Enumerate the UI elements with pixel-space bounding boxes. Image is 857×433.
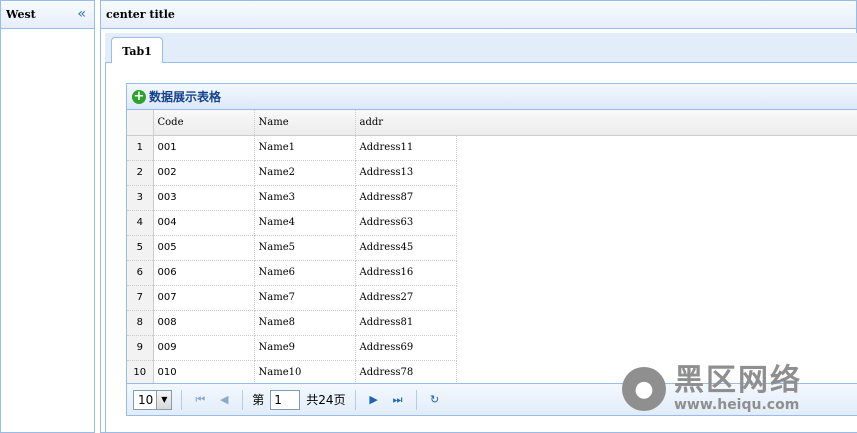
pager-separator [242,389,244,410]
collapse-left-icon[interactable]: « [78,7,86,21]
first-page-icon[interactable]: ⏮ [191,391,209,409]
code-cell: 008 [153,310,255,336]
column-header-addr[interactable]: addr [355,110,457,136]
code-cell: 010 [153,360,255,386]
addr-cell: Address81 [355,310,457,336]
tabs-bar: Tab1 [105,33,857,64]
addr-cell: Address78 [355,360,457,386]
code-cell: 009 [153,335,255,361]
addr-cell: Address16 [355,260,457,286]
row-number-cell: 10 [127,360,154,386]
name-cell: Name3 [254,185,356,211]
watermark-main-text: 黑区网络 [674,363,802,398]
code-cell: 004 [153,210,255,236]
row-number-cell: 8 [127,310,154,336]
table-row[interactable]: 8 008 Name8 Address81 [127,310,457,336]
name-cell: Name10 [254,360,356,386]
addr-cell: Address63 [355,210,457,236]
west-panel: West « [0,0,95,433]
center-panel-title: center title [106,8,175,21]
row-number-cell: 6 [127,260,154,286]
name-cell: Name2 [254,160,356,186]
row-number-cell: 5 [127,235,154,261]
row-number-cell: 3 [127,185,154,211]
name-cell: Name7 [254,285,356,311]
rownumber-header [127,110,154,136]
prev-page-icon[interactable]: ◀ [215,391,233,409]
table-row[interactable]: 3 003 Name3 Address87 [127,185,457,211]
addr-cell: Address11 [355,135,457,161]
name-cell: Name1 [254,135,356,161]
name-cell: Name5 [254,235,356,261]
datagrid-title: 数据展示表格 [149,90,222,104]
west-panel-title: West [6,8,36,21]
name-cell: Name8 [254,310,356,336]
code-cell: 001 [153,135,255,161]
page-size-value: 10 [138,392,154,407]
table-row[interactable]: 10 010 Name10 Address78 [127,360,457,386]
west-panel-header: West « [1,1,94,29]
add-icon: + [132,88,146,104]
addr-cell: Address45 [355,235,457,261]
tab-tab1[interactable]: Tab1 [111,37,163,64]
watermark-url: www.heiqu.com [674,397,800,413]
pager-separator [354,389,356,410]
column-header-code[interactable]: Code [153,110,255,136]
row-number-cell: 2 [127,160,154,186]
datagrid-column-header-row: Code Name addr [127,110,457,136]
mushroom-logo-icon: ● [622,367,666,411]
table-row[interactable]: 4 004 Name4 Address63 [127,210,457,236]
site-watermark: ● 黑区网络 www.heiqu.com [622,365,802,413]
row-number-cell: 9 [127,335,154,361]
table-row[interactable]: 6 006 Name6 Address16 [127,260,457,286]
code-cell: 005 [153,235,255,261]
code-cell: 003 [153,185,255,211]
last-page-icon[interactable]: ⏭ [389,391,407,409]
table-row[interactable]: 1 001 Name1 Address11 [127,135,457,161]
name-cell: Name9 [254,335,356,361]
table-row[interactable]: 7 007 Name7 Address27 [127,285,457,311]
addr-cell: Address13 [355,160,457,186]
datagrid-header: + 数据展示表格 [127,84,857,110]
row-number-cell: 7 [127,285,154,311]
addr-cell: Address87 [355,185,457,211]
page-prefix-label: 第 [252,393,265,407]
addr-cell: Address27 [355,285,457,311]
page-size-select[interactable]: 10 ▼ [133,389,173,410]
table-row[interactable]: 2 002 Name2 Address13 [127,160,457,186]
pager-separator [181,389,183,410]
datagrid-header-filler [456,110,857,136]
code-cell: 007 [153,285,255,311]
name-cell: Name4 [254,210,356,236]
datagrid-table: Code Name addr 1 001 Name1 Address11 2 002 Nam… [127,110,457,386]
refresh-icon[interactable]: ↻ [426,391,444,409]
center-panel-header: center title [101,1,856,29]
table-row[interactable]: 9 009 Name9 Address69 [127,335,457,361]
next-page-icon[interactable]: ▶ [365,391,383,409]
watermark-text: 黑区网络 www.heiqu.com [674,363,802,414]
total-pages-label: 共24页 [306,393,346,407]
column-header-name[interactable]: Name [254,110,356,136]
chevron-down-icon[interactable]: ▼ [156,390,172,409]
row-number-cell: 4 [127,210,154,236]
code-cell: 002 [153,160,255,186]
page-number-input[interactable] [270,389,301,410]
row-number-cell: 1 [127,135,154,161]
addr-cell: Address69 [355,335,457,361]
table-row[interactable]: 5 005 Name5 Address45 [127,235,457,261]
code-cell: 006 [153,260,255,286]
pager-separator [415,389,417,410]
name-cell: Name6 [254,260,356,286]
